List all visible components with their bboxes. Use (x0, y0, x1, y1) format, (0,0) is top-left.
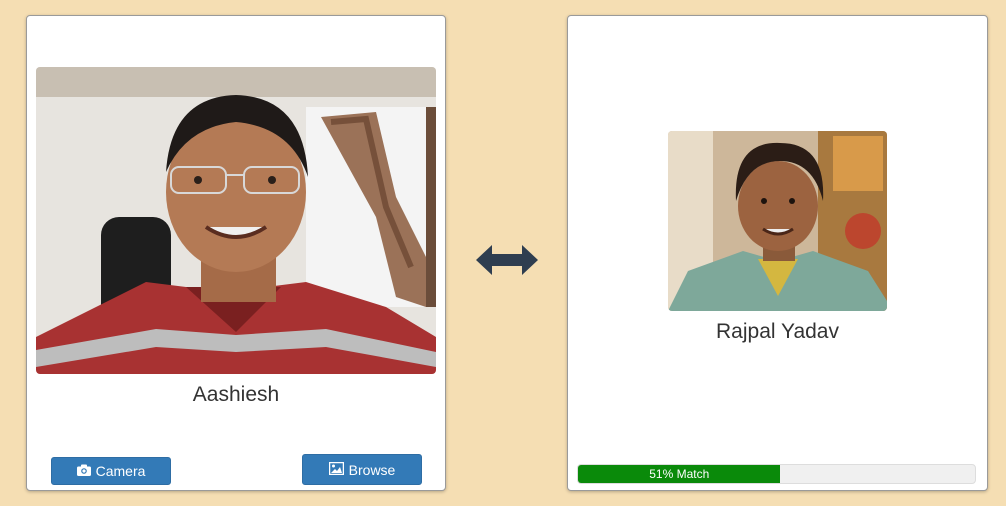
user-photo (36, 67, 436, 374)
match-progress-bar: 51% Match (578, 465, 781, 483)
image-icon (328, 461, 344, 478)
camera-button[interactable]: Camera (51, 457, 171, 485)
user-name: Aashiesh (192, 383, 280, 406)
browse-button-label: Browse (348, 461, 396, 478)
match-name: Rajpal Yadav (716, 320, 839, 343)
match-photo (668, 131, 887, 311)
double-arrow-icon (476, 244, 538, 276)
camera-icon (76, 463, 91, 479)
browse-button[interactable]: Browse (302, 454, 422, 485)
match-progress: 51% Match (577, 464, 976, 484)
camera-button-label: Camera (95, 463, 146, 479)
match-progress-label: 51% Match (649, 467, 710, 481)
match-panel: Rajpal Yadav 51% Match (567, 15, 988, 491)
user-panel: Aashiesh Camera Browse (26, 15, 446, 491)
